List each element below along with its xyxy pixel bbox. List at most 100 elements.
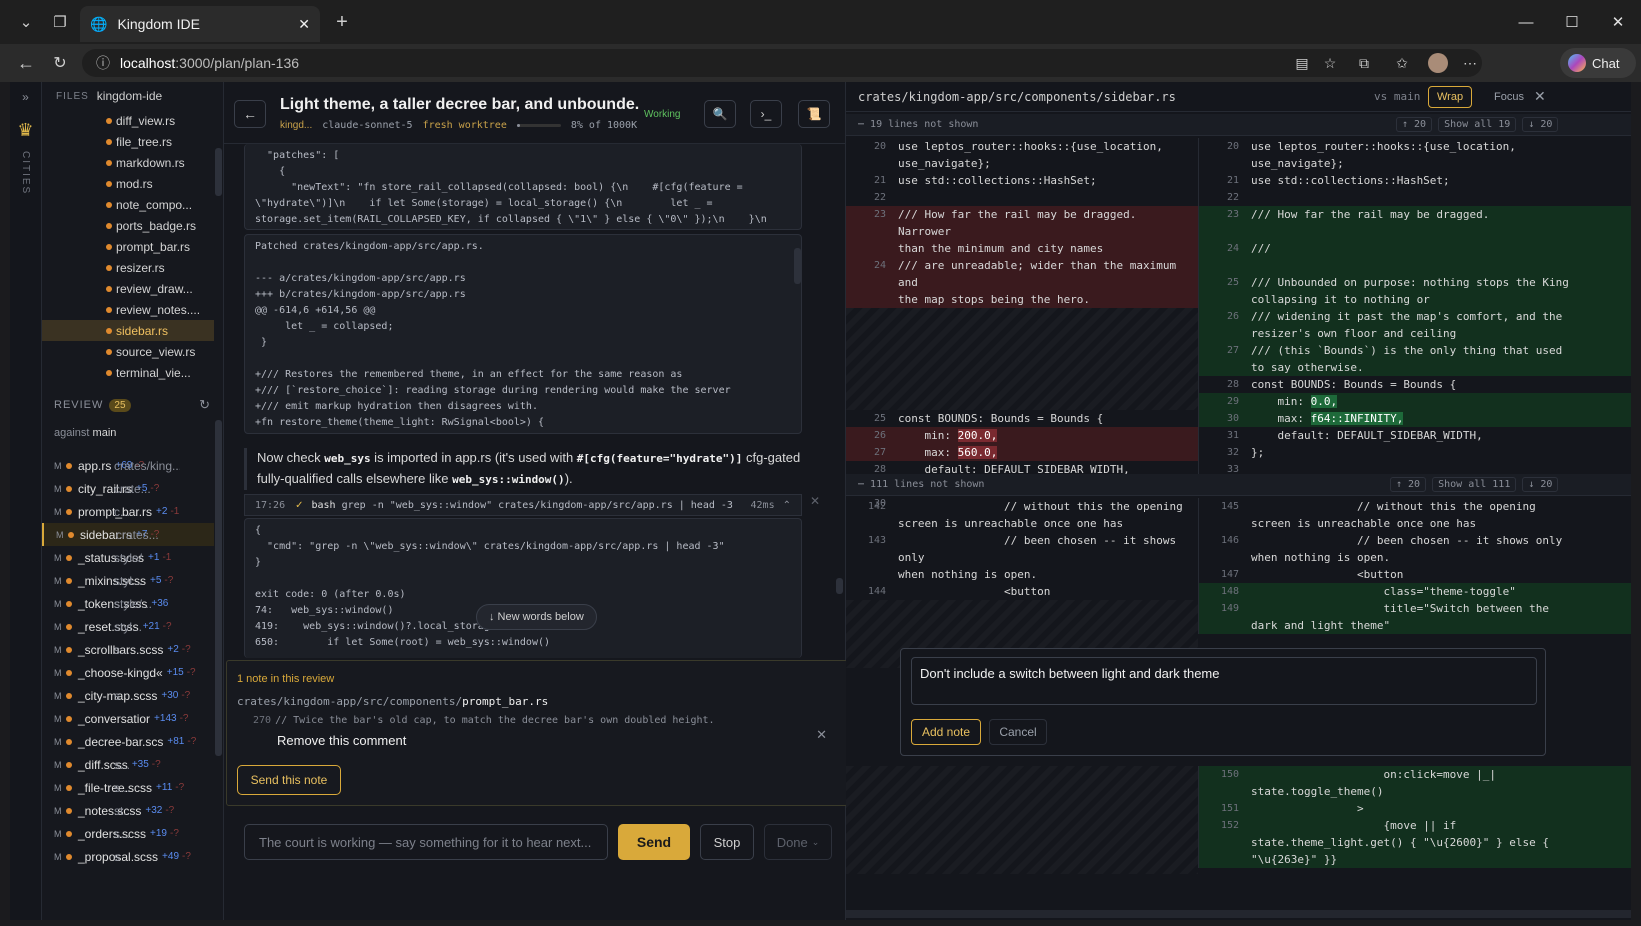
browser-tab-bar: ⌄ ❐ 🌐 Kingdom IDE ✕ + — ☐ ✕ [0, 0, 1641, 44]
hidden-lines-bar: ⋯ 19 lines not shown ↑ 20 Show all 19 ↓ … [846, 114, 1631, 136]
back-icon[interactable]: ← [12, 50, 40, 76]
tab-list-icon[interactable]: ⌄ [10, 6, 42, 38]
tool-call-row[interactable]: 17:26 ✓ bash grep -n "web_sys::window" c… [244, 494, 802, 516]
review-file-item[interactable]: Mc... prompt_bar.rs +2 -1 [42, 500, 214, 523]
file-tree-item[interactable]: sidebar.rs [42, 320, 214, 341]
review-file-item[interactable]: Ms... _diff.scss +35 -? [42, 753, 214, 776]
reader-icon[interactable]: ▤ [1288, 50, 1316, 76]
review-file-item[interactable]: Mstyl... _mixins.scss +5 -? [42, 569, 214, 592]
expand-up-button[interactable]: ↑ 20 [1390, 477, 1427, 492]
search-icon[interactable]: 🔍 [704, 100, 736, 128]
review-file-item[interactable]: Ms... _scrollbars.scss +2 -? [42, 638, 214, 661]
avatar[interactable] [1424, 50, 1452, 76]
stop-button[interactable]: Stop [700, 824, 754, 860]
expand-rail-icon[interactable]: » [10, 90, 41, 104]
review-file-item[interactable]: Mcrate... city_rail.rs +5 -? [42, 477, 214, 500]
file-tree-item[interactable]: markdown.rs [42, 152, 214, 173]
review-file-item[interactable]: M _conversatior +143 -? [42, 707, 214, 730]
file-tree-item[interactable]: diff_view.rs [42, 110, 214, 131]
modified-dot [66, 784, 72, 791]
close-window-icon[interactable]: ✕ [1595, 0, 1641, 44]
chat-scrollbar[interactable] [836, 578, 843, 594]
reload-icon[interactable]: ↻ [46, 50, 74, 76]
modified-dot [68, 531, 74, 538]
context-progress-label: 8% of 1000K [570, 120, 638, 131]
scroll-icon[interactable]: 📜 [798, 100, 830, 128]
chat-button[interactable]: Chat [1560, 48, 1636, 78]
file-tree-item[interactable]: prompt_bar.rs [42, 236, 214, 257]
expand-up-button[interactable]: ↑ 20 [1396, 117, 1433, 132]
file-tree-item[interactable]: file_tree.rs [42, 131, 214, 152]
cancel-button[interactable]: Cancel [989, 719, 1047, 745]
new-tab-icon[interactable]: + [326, 6, 358, 38]
expand-down-button[interactable]: ↓ 20 [1522, 117, 1559, 132]
modified-dot [66, 853, 72, 860]
dismiss-icon[interactable]: ✕ [810, 494, 820, 508]
file-tree-item[interactable]: ports_badge.rs [42, 215, 214, 236]
review-file-item[interactable]: Ms _city-map.scss +30 -? [42, 684, 214, 707]
show-all-button[interactable]: Show all 19 [1438, 117, 1517, 132]
favorites-icon[interactable]: ✩ [1388, 50, 1416, 76]
show-all-button[interactable]: Show all 111 [1432, 477, 1517, 492]
diff-line-removed: 23/// How far the rail may be dragged. N… [846, 206, 1198, 257]
file-tree-item[interactable]: source_view.rs [42, 341, 214, 362]
add-note-button[interactable]: Add note [911, 719, 981, 745]
review-file-item[interactable]: Ms... _orders.scss +19 -? [42, 822, 214, 845]
diff-line: 21 use std::collections::HashSet; [1226, 174, 1450, 187]
diff-new-side-3: 150 on:click=move |_| state.toggle_theme… [1198, 766, 1631, 868]
modified-dot [106, 222, 112, 229]
review-file-item[interactable]: Mst... _notes.scss +32 -? [42, 799, 214, 822]
focus-button[interactable]: Focus [1486, 86, 1532, 108]
review-file-item[interactable]: M _choose-kingd« +15 -? [42, 661, 214, 684]
close-tab-icon[interactable]: ✕ [298, 16, 310, 33]
send-button[interactable]: Send [618, 824, 690, 860]
more-icon[interactable]: ⋯ [1456, 50, 1484, 76]
crown-icon[interactable]: ♛ [10, 120, 41, 141]
note-text: Remove this comment [277, 733, 407, 748]
collapse-icon[interactable]: ⌃ [783, 500, 791, 511]
review-scrollbar[interactable] [215, 420, 222, 756]
refresh-icon[interactable]: ↻ [199, 397, 210, 413]
file-tree-item[interactable]: resizer.rs [42, 257, 214, 278]
url-field[interactable]: ⓘ localhost:3000/plan/plan-136 [82, 49, 1482, 77]
minimize-icon[interactable]: — [1503, 0, 1549, 44]
terminal-icon[interactable]: ›_ [750, 100, 782, 128]
wrap-toggle[interactable]: Wrap [1428, 86, 1473, 108]
tool-input-code: "patches": [ { "newText": "fn store_rail… [244, 144, 802, 230]
file-tree-item[interactable]: terminal_vie... [42, 362, 214, 383]
back-button[interactable]: ← [234, 100, 266, 128]
file-tree-item[interactable]: review_notes.... [42, 299, 214, 320]
new-words-below-button[interactable]: ↓ New words below [476, 604, 597, 630]
done-button[interactable]: Done ⌄ [764, 824, 832, 860]
file-tree-item[interactable]: mod.rs [42, 173, 214, 194]
favorite-icon[interactable]: ☆ [1316, 50, 1344, 76]
review-file-item[interactable]: M _decree-bar.scs +81 -? [42, 730, 214, 753]
diff-line: 20 use leptos_router::hooks::{use_locatio… [873, 140, 1163, 170]
message-input[interactable]: The court is working — say something for… [244, 824, 608, 860]
review-file-item[interactable]: Mstyle/... _tokens.scss +36 [42, 592, 214, 615]
review-file-item[interactable]: Mstyle/_status.scss +1 -1 [42, 546, 214, 569]
review-label: REVIEW [54, 399, 104, 411]
extensions-icon[interactable]: ⧉ [1350, 50, 1378, 76]
modified-dot [106, 327, 112, 334]
review-file-item[interactable]: Ms... _file-tree.scss +11 -? [42, 776, 214, 799]
review-file-item[interactable]: Mstyl... _reset.scss +21 -? [42, 615, 214, 638]
file-tree-item[interactable]: note_compo... [42, 194, 214, 215]
expand-down-button[interactable]: ↓ 20 [1522, 477, 1559, 492]
maximize-icon[interactable]: ☐ [1549, 0, 1595, 44]
code-scrollbar[interactable] [794, 248, 801, 284]
remove-note-icon[interactable]: ✕ [816, 727, 827, 743]
file-tree-scrollbar[interactable] [215, 148, 222, 196]
workspaces-icon[interactable]: ❐ [44, 6, 76, 38]
close-diff-icon[interactable]: ✕ [1534, 88, 1546, 105]
review-file-item[interactable]: Ms _proposal.scss +49 -? [42, 845, 214, 868]
browser-tab[interactable]: 🌐 Kingdom IDE ✕ [80, 6, 320, 42]
diff-line-added: 24/// [1199, 240, 1631, 274]
file-tree-item[interactable]: review_draw... [42, 278, 214, 299]
send-note-button[interactable]: Send this note [237, 765, 341, 795]
review-file-item[interactable]: Mcrates... sidebar.rs +7 -? [42, 523, 214, 546]
diff-horizontal-scrollbar[interactable] [846, 910, 1631, 918]
diff-line: 21 use std::collections::HashSet; [873, 174, 1097, 187]
review-file-item[interactable]: Mcrates/king... app.rs +69 -? [42, 454, 214, 477]
note-textarea[interactable]: Don't include a switch between light and… [911, 657, 1537, 705]
